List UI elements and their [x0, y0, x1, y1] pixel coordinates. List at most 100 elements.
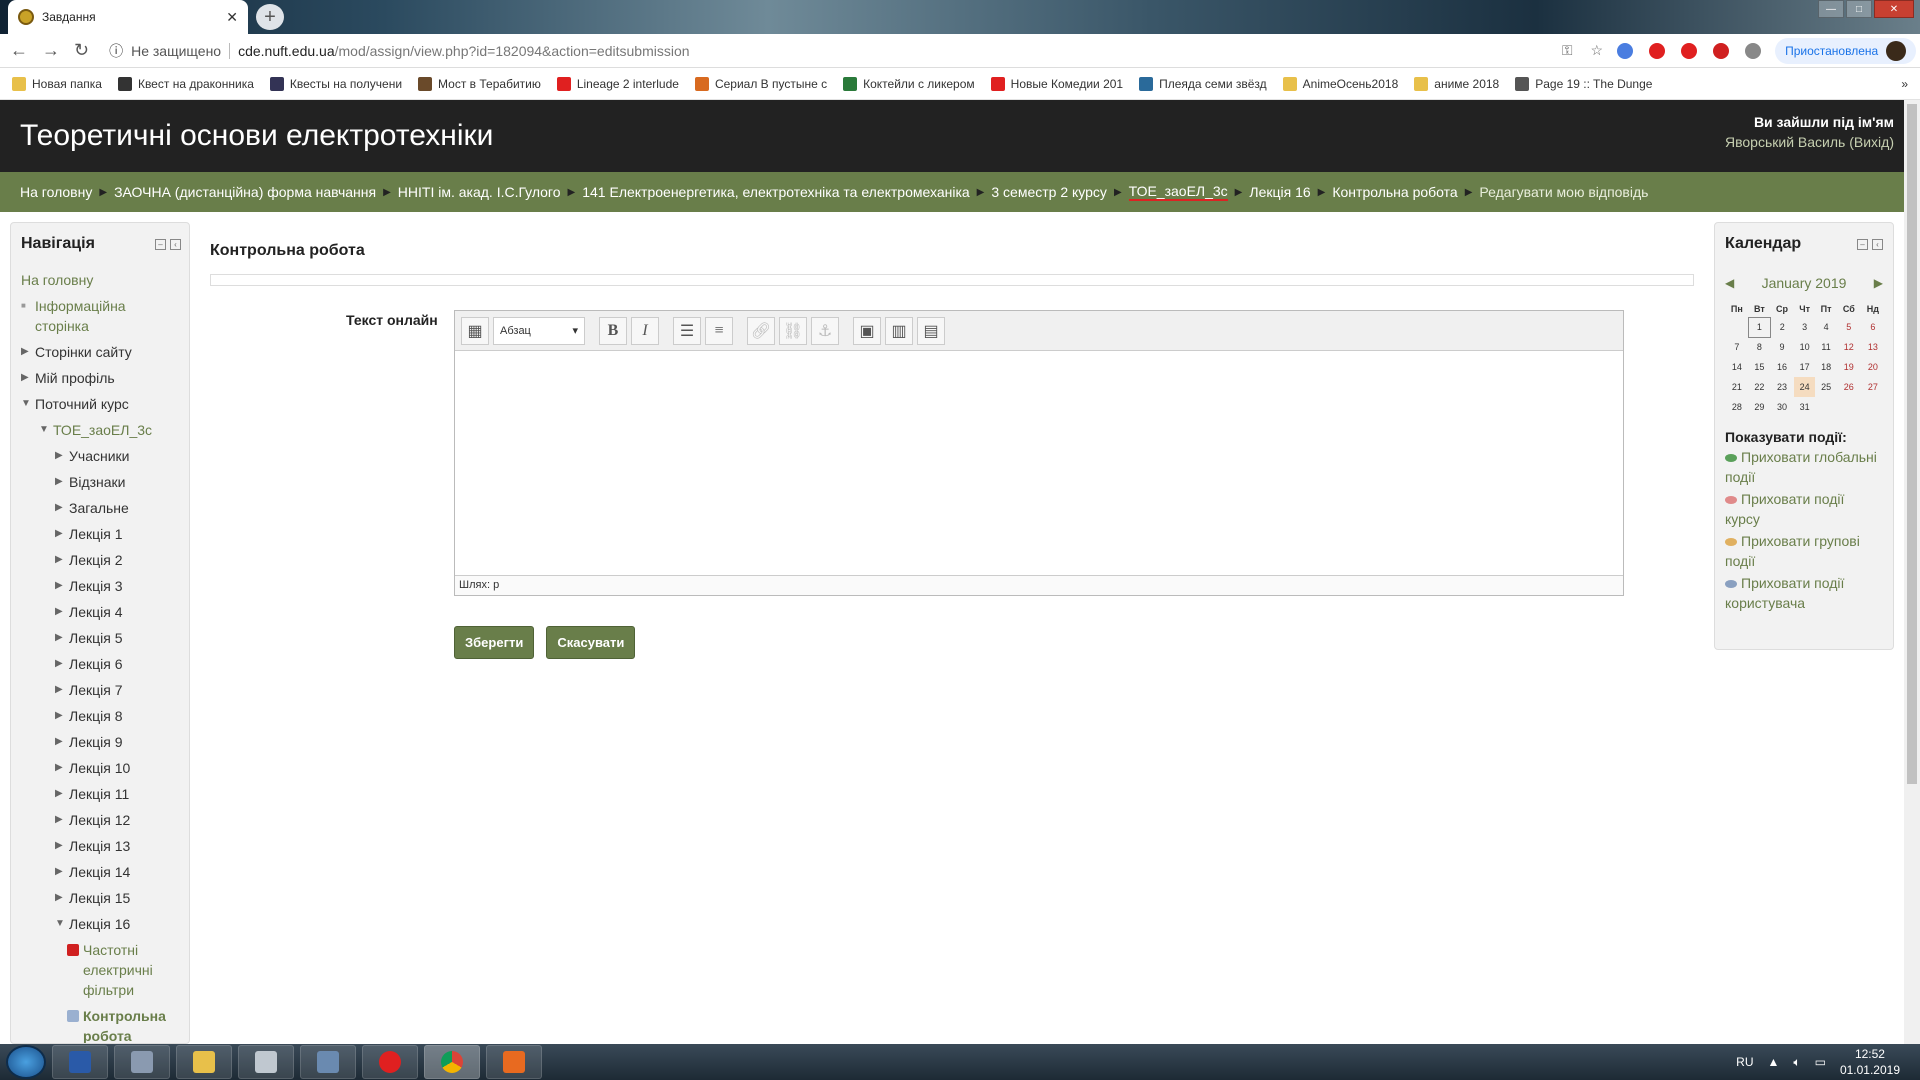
breadcrumb-item[interactable]: 3 семестр 2 курсу	[991, 184, 1107, 200]
expand-icon[interactable]: ▶	[55, 599, 69, 625]
calendar-day[interactable]: 1	[1748, 316, 1771, 338]
image-icon[interactable]: ▣	[853, 316, 881, 345]
translate-icon[interactable]	[1617, 42, 1634, 59]
calendar-day[interactable]: 24	[1793, 377, 1816, 397]
bookmark-item[interactable]: Новая папка	[12, 76, 102, 91]
taskbar-app-calculator[interactable]	[238, 1045, 294, 1079]
nav-course[interactable]: ТОЕ_заоЕЛ_3с	[53, 417, 152, 443]
media-icon[interactable]: ▥	[885, 316, 913, 345]
calendar-day[interactable]: 23	[1770, 377, 1794, 397]
nav-item[interactable]: Лекція 12	[69, 807, 130, 833]
dock-block-icon[interactable]: ‹	[170, 238, 181, 250]
expand-icon[interactable]: ▶	[55, 755, 69, 781]
taskbar-app-word[interactable]	[52, 1045, 108, 1079]
taskbar-app-chrome[interactable]	[424, 1045, 480, 1079]
event-filter-link[interactable]: Приховати події користувача	[1725, 573, 1883, 613]
tray-arrow-icon[interactable]: ▲	[1768, 1055, 1780, 1069]
calendar-day[interactable]: 7	[1725, 337, 1749, 357]
page-scrollbar[interactable]	[1904, 100, 1920, 1044]
clock[interactable]: 12:52 01.01.2019	[1840, 1046, 1900, 1078]
scrollbar-thumb[interactable]	[1907, 104, 1917, 784]
event-filter-link[interactable]: Приховати групові події	[1725, 531, 1883, 571]
bookmark-item[interactable]: Новые Комедии 201	[990, 76, 1123, 91]
nav-item[interactable]: Лекція 1	[69, 521, 122, 547]
calendar-day[interactable]: 28	[1725, 397, 1749, 417]
calendar-day[interactable]: 4	[1815, 317, 1837, 337]
calendar-day[interactable]: 29	[1749, 397, 1770, 417]
nav-item[interactable]: Лекція 6	[69, 651, 122, 677]
nav-my-profile[interactable]: Мій профіль	[35, 365, 115, 391]
network-icon[interactable]: ▭	[1815, 1055, 1826, 1069]
expand-icon[interactable]: ▶	[55, 651, 69, 677]
calendar-day[interactable]: 22	[1749, 377, 1770, 397]
calendar-day[interactable]: 31	[1794, 397, 1815, 417]
prev-month-icon[interactable]: ◀	[1725, 276, 1734, 290]
breadcrumb-item[interactable]: ЗАОЧНА (дистанційна) форма навчання	[114, 184, 376, 200]
calendar-day[interactable]: 20	[1861, 357, 1885, 377]
calendar-day[interactable]: 3	[1794, 317, 1815, 337]
bookmark-item[interactable]: Сериал В пустыне с	[694, 76, 827, 91]
nav-item[interactable]: Лекція 13	[69, 833, 130, 859]
toggle-toolbar-icon[interactable]: ▦	[461, 316, 489, 345]
new-tab-button[interactable]: +	[256, 4, 284, 30]
paragraph-format-select[interactable]: Абзац ▾	[493, 316, 585, 345]
nav-item[interactable]: Лекція 7	[69, 677, 122, 703]
calendar-day[interactable]: 8	[1749, 337, 1770, 357]
italic-button[interactable]: I	[631, 316, 659, 345]
cancel-button[interactable]: Скасувати	[546, 626, 636, 659]
bookmark-item[interactable]: Lineage 2 interlude	[556, 76, 679, 91]
expand-icon[interactable]: ▶	[55, 703, 69, 729]
logout-link[interactable]: Вихід	[1854, 134, 1889, 150]
close-window-button[interactable]: ✕	[1874, 0, 1914, 18]
taskbar-app-explorer[interactable]	[176, 1045, 232, 1079]
address-bar[interactable]: ⓘ Не защищено cde.nuft.edu.ua/mod/assign…	[103, 38, 1603, 64]
nav-item[interactable]: Лекція 2	[69, 547, 122, 573]
anchor-icon[interactable]: ⚓︎	[811, 316, 839, 345]
paste-icon[interactable]: ▤	[917, 316, 945, 345]
calendar-day[interactable]: 12	[1837, 337, 1861, 357]
taskbar-app-opera[interactable]	[362, 1045, 418, 1079]
language-indicator[interactable]: RU	[1736, 1055, 1753, 1069]
calendar-day[interactable]: 19	[1837, 357, 1861, 377]
info-icon[interactable]: ⓘ	[109, 41, 123, 61]
expand-icon[interactable]: ▶	[55, 859, 69, 885]
expand-icon[interactable]: ▶	[55, 885, 69, 911]
bookmark-item[interactable]: Коктейли с ликером	[843, 76, 975, 91]
collapse-icon[interactable]: ▼	[39, 417, 53, 443]
nav-current-course[interactable]: Поточний курс	[35, 391, 129, 417]
expand-icon[interactable]: ▶	[55, 781, 69, 807]
expand-icon[interactable]: ▶	[55, 495, 69, 521]
breadcrumb-item[interactable]: Лекція 16	[1249, 184, 1310, 200]
calendar-day[interactable]: 5	[1837, 317, 1861, 337]
expand-icon[interactable]: ▶	[55, 625, 69, 651]
expand-icon[interactable]: ▶	[55, 677, 69, 703]
expand-icon[interactable]: ▶	[55, 729, 69, 755]
calendar-day[interactable]: 18	[1815, 357, 1837, 377]
expand-icon[interactable]: ▶	[21, 339, 35, 365]
taskbar-app-network[interactable]	[300, 1045, 356, 1079]
numbered-list-icon[interactable]: ≡	[705, 316, 733, 345]
key-icon[interactable]: ⚿	[1562, 42, 1573, 59]
calendar-day[interactable]: 14	[1725, 357, 1749, 377]
minimize-button[interactable]: —	[1818, 0, 1844, 18]
bullet-list-icon[interactable]: ☰	[673, 316, 701, 345]
volume-icon[interactable]: 🔈︎	[1793, 1055, 1800, 1070]
nav-item[interactable]: Лекція 11	[69, 781, 129, 807]
bookmark-item[interactable]: Квесты на получени	[269, 76, 402, 91]
expand-icon[interactable]: ▶	[55, 521, 69, 547]
expand-icon[interactable]: ▶	[21, 365, 35, 391]
nav-resource-filters[interactable]: Частотні електричні фільтри	[83, 937, 173, 1003]
expand-icon[interactable]: ▶	[55, 573, 69, 599]
taskbar-app-other[interactable]	[486, 1045, 542, 1079]
calendar-month[interactable]: January 2019	[1762, 275, 1847, 291]
calendar-day[interactable]: 2	[1770, 317, 1794, 337]
bold-button[interactable]: B	[599, 316, 627, 345]
breadcrumb-item[interactable]: ННІТІ ім. акад. І.С.Гулого	[398, 184, 561, 200]
calendar-day[interactable]: 16	[1770, 357, 1794, 377]
collapse-icon[interactable]: ▼	[55, 911, 69, 937]
opera-icon-2[interactable]	[1681, 42, 1698, 59]
browser-tab[interactable]: Завдання ✕	[8, 0, 248, 34]
nav-assignment[interactable]: Контрольна робота	[83, 1003, 173, 1043]
bookmark-item[interactable]: Плеяда семи звёзд	[1139, 76, 1267, 91]
bookmark-item[interactable]: Квест на драконника	[117, 76, 254, 91]
